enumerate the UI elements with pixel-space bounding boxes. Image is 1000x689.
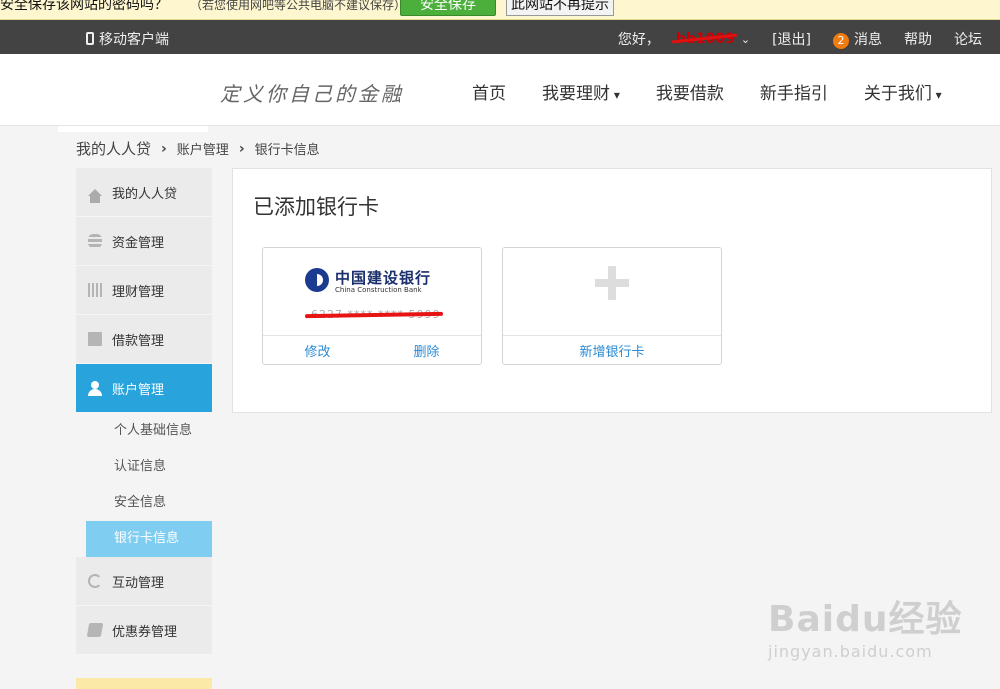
ticket-icon — [86, 623, 104, 637]
sidebar: 我的人人贷 资金管理 理财管理 借款管理 账户管理 个人基础信息 认证信息 安全… — [76, 168, 212, 655]
breadcrumb-current: 银行卡信息 — [254, 143, 320, 158]
site-slogan: 定义你自己的金融 — [220, 82, 404, 106]
nav-home[interactable]: 首页 — [472, 79, 506, 104]
greeting: 您好， — [617, 32, 660, 48]
home-icon — [88, 188, 102, 203]
username[interactable]: bb1009 — [676, 31, 735, 47]
breadcrumb-home[interactable]: 我的人人贷 — [76, 138, 151, 159]
page-title: 已添加银行卡 — [253, 195, 379, 219]
sidebar-item-label: 理财管理 — [112, 284, 165, 300]
sidebar-item-label: 优惠券管理 — [112, 624, 178, 640]
logout-link[interactable]: [退出] — [772, 29, 811, 49]
mobile-client-link[interactable]: 移动客户端 — [86, 29, 169, 49]
sidebar-subitem-bank-card[interactable]: 银行卡信息 — [86, 521, 212, 557]
document-icon — [88, 332, 102, 346]
sidebar-item-account[interactable]: 账户管理 — [76, 364, 212, 413]
bank-name-english: China Construction Bank — [335, 286, 422, 294]
nav-guide[interactable]: 新手指引 — [760, 79, 828, 104]
sidebar-item-loans[interactable]: 借款管理 — [76, 315, 212, 364]
bank-card: 中国建设银行 China Construction Bank 6227 ****… — [262, 247, 482, 365]
add-bank-card[interactable]: 新增银行卡 — [502, 247, 722, 365]
breadcrumb-account[interactable]: 账户管理 — [177, 139, 229, 158]
nav-about[interactable]: 关于我们 — [864, 79, 942, 104]
chevron-right-icon: › — [161, 140, 167, 157]
sidebar-subitem-basic-info[interactable]: 个人基础信息 — [76, 413, 212, 449]
sidebar-item-funds[interactable]: 资金管理 — [76, 217, 212, 266]
sidebar-item-label: 互动管理 — [112, 575, 165, 591]
plus-icon — [595, 266, 629, 300]
edit-card-link[interactable]: 修改 — [304, 341, 330, 360]
phone-icon — [86, 32, 94, 45]
sidebar-banner — [76, 678, 212, 689]
site-header: 定义你自己的金融 首页 我要理财 我要借款 新手指引 关于我们 — [0, 54, 1000, 126]
bar-chart-icon — [88, 283, 102, 297]
sidebar-item-label: 账户管理 — [112, 382, 165, 398]
add-card-actions: 新增银行卡 — [503, 336, 721, 365]
chevron-down-icon[interactable]: ⌄ — [741, 33, 750, 46]
chevron-right-icon: › — [238, 140, 245, 157]
sidebar-item-my-renrendai[interactable]: 我的人人贷 — [76, 168, 212, 217]
help-link[interactable]: 帮助 — [904, 29, 932, 49]
sidebar-item-interaction[interactable]: 互动管理 — [76, 557, 212, 606]
sidebar-item-coupons[interactable]: 优惠券管理 — [76, 606, 212, 655]
mobile-client-label: 移动客户端 — [99, 32, 169, 48]
messages-link[interactable]: 2 消息 — [833, 29, 882, 49]
bank-name: 中国建设银行 — [335, 269, 432, 287]
save-password-hint: （若您使用网吧等公共电脑不建议保存） — [190, 0, 407, 12]
watermark-url: jingyan.baidu.com — [768, 642, 933, 661]
ccb-logo-icon — [305, 268, 329, 292]
bank-card-actions: 修改 删除 — [263, 336, 481, 365]
sidebar-subitem-verification[interactable]: 认证信息 — [76, 449, 212, 485]
breadcrumb: 我的人人贷 › 账户管理 › 银行卡信息 — [76, 138, 320, 159]
save-password-bar: 安全保存该网站的密码吗？ （若您使用网吧等公共电脑不建议保存） 安全保存 此网站… — [0, 0, 1000, 20]
save-password-button[interactable]: 安全保存 — [400, 0, 496, 16]
database-icon — [88, 234, 102, 248]
logo-area — [58, 126, 208, 132]
sidebar-subitem-security[interactable]: 安全信息 — [76, 485, 212, 521]
sidebar-item-invest[interactable]: 理财管理 — [76, 266, 212, 315]
save-password-question: 安全保存该网站的密码吗？ — [0, 0, 168, 13]
messages-label: 消息 — [854, 32, 882, 48]
sidebar-item-label: 借款管理 — [112, 333, 165, 349]
delete-card-link[interactable]: 删除 — [413, 341, 439, 360]
nav-invest[interactable]: 我要理财 — [542, 79, 620, 104]
baidu-watermark: Baidu经验 jingyan.baidu.com — [768, 590, 963, 661]
message-count-badge: 2 — [833, 33, 849, 49]
sidebar-item-label: 资金管理 — [112, 235, 165, 251]
bank-card-face: 中国建设银行 China Construction Bank 6227 ****… — [263, 248, 481, 336]
top-bar: 移动客户端 您好， bb1009 ⌄ [退出] 2 消息 帮助 论坛 — [0, 20, 1000, 54]
never-ask-button[interactable]: 此网站不再提示 — [506, 0, 614, 16]
user-icon — [88, 381, 102, 396]
forum-link[interactable]: 论坛 — [954, 29, 982, 49]
add-card-face[interactable] — [503, 248, 721, 336]
nav-borrow[interactable]: 我要借款 — [656, 79, 724, 104]
add-card-link[interactable]: 新增银行卡 — [579, 341, 644, 360]
refresh-icon — [88, 574, 102, 588]
bank-card-panel: 已添加银行卡 中国建设银行 China Construction Bank 62… — [232, 168, 992, 413]
sidebar-item-label: 我的人人贷 — [112, 186, 178, 202]
main-nav: 首页 我要理财 我要借款 新手指引 关于我们 — [472, 79, 978, 104]
watermark-brand: Baidu经验 — [768, 599, 963, 640]
